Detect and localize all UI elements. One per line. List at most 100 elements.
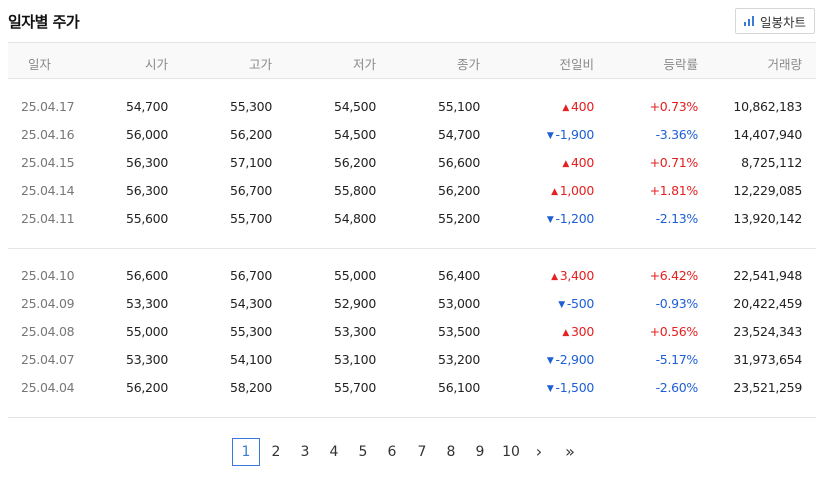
table-row: 25.04.17 54,700 55,300 54,500 55,100 ▲ 400 +0.7… — [8, 93, 816, 121]
triangle-down-icon: ▼ — [546, 356, 554, 366]
cell-low: 52,900 — [334, 296, 376, 311]
triangle-down-icon: ▼ — [558, 300, 565, 310]
cell-high: 57,100 — [230, 155, 272, 170]
cell-low: 55,700 — [334, 380, 376, 395]
page-8-link[interactable]: 8 — [437, 438, 465, 466]
page-9-link[interactable]: 9 — [466, 438, 494, 466]
cell-volume: 10,862,183 — [733, 99, 802, 114]
pagination: 1 2 3 4 5 6 7 8 9 10 › » — [0, 438, 832, 466]
cell-open: 53,300 — [126, 296, 168, 311]
table-row: 25.04.07 53,300 54,100 53,100 53,200 ▼ -2,900-… — [8, 346, 816, 374]
cell-close: 55,200 — [438, 211, 480, 226]
cell-change: ▼ -2,900 — [547, 352, 594, 367]
table-row: 25.04.14 56,300 56,700 55,800 56,200 ▲ 1,000 +1… — [8, 177, 816, 205]
table-row: 25.04.15 56,300 57,100 56,200 56,600 ▲ 400 +0.7… — [8, 149, 816, 177]
page-1-link[interactable]: 1 — [232, 438, 260, 466]
cell-close: 56,600 — [438, 155, 480, 170]
cell-change: ▼ -1,900 — [547, 127, 594, 142]
cell-rate: +0.71% — [649, 155, 699, 170]
triangle-down-icon: ▼ — [546, 131, 554, 141]
change-value: -1,200 — [555, 211, 595, 226]
cell-volume: 13,920,142 — [733, 211, 802, 226]
cell-change: ▼ -1,200 — [547, 211, 594, 226]
col-open: 시가 — [144, 57, 168, 72]
cell-volume: 22,541,948 — [733, 268, 802, 283]
cell-high: 55,300 — [230, 99, 272, 114]
page-7-link[interactable]: 7 — [408, 438, 436, 466]
cell-low: 54,800 — [334, 211, 376, 226]
cell-date: 25.04.11 — [21, 211, 75, 226]
cell-rate: +1.81% — [649, 183, 699, 198]
cell-low: 56,200 — [334, 155, 376, 170]
cell-date: 25.04.08 — [21, 324, 75, 339]
group-divider — [8, 248, 816, 249]
page-title: 일자별 주가 — [8, 13, 80, 31]
cell-low: 54,500 — [334, 127, 376, 142]
daily-chart-button[interactable]: 일봉차트 — [735, 8, 815, 34]
bar-chart-icon — [743, 16, 755, 26]
page-5-link[interactable]: 5 — [349, 438, 377, 466]
cell-change: ▲ 400 — [562, 155, 594, 170]
table-row: 25.04.04 56,200 58,200 55,700 56,100 ▼ -1,500-… — [8, 374, 816, 402]
triangle-up-icon: ▲ — [551, 187, 558, 197]
table-row: 25.04.11 55,600 55,700 54,800 55,200 ▼ -1,200-… — [8, 205, 816, 233]
cell-high: 55,700 — [230, 211, 272, 226]
next-page-icon[interactable]: › — [528, 438, 550, 466]
table-bottom-border — [8, 417, 816, 418]
table-row: 25.04.10 56,600 56,700 55,000 56,400 ▲ 3,400 +6… — [8, 262, 816, 290]
cell-date: 25.04.10 — [21, 268, 75, 283]
table-row: 25.04.08 55,000 55,300 53,300 53,500 ▲ 300 +0.5… — [8, 318, 816, 346]
page-10-link[interactable]: 10 — [496, 438, 526, 466]
daily-price-panel: 일자별 주가 일봉차트 일자 시가 고가 저가 종가 전일비 등락률 거래량 2… — [0, 0, 832, 479]
cell-open: 54,700 — [126, 99, 168, 114]
table-row: 25.04.16 56,000 56,200 54,500 54,700 ▼ -1,900-… — [8, 121, 816, 149]
col-rate: 등락률 — [663, 57, 698, 72]
cell-open: 55,600 — [126, 211, 168, 226]
cell-high: 56,700 — [230, 183, 272, 198]
cell-open: 56,200 — [126, 380, 168, 395]
page-6-link[interactable]: 6 — [378, 438, 406, 466]
cell-change: ▲ 400 — [562, 99, 594, 114]
cell-open: 53,300 — [126, 352, 168, 367]
cell-rate: -3.36% — [655, 127, 699, 142]
cell-open: 55,000 — [126, 324, 168, 339]
cell-rate: -2.13% — [655, 211, 699, 226]
triangle-up-icon: ▲ — [562, 103, 570, 113]
cell-open: 56,300 — [126, 155, 168, 170]
triangle-down-icon: ▼ — [546, 384, 554, 394]
change-value: 400 — [571, 155, 594, 170]
cell-rate: -0.93% — [655, 296, 699, 311]
change-value: 1,000 — [559, 183, 595, 198]
cell-close: 53,200 — [438, 352, 480, 367]
cell-high: 56,700 — [230, 268, 272, 283]
cell-close: 56,400 — [438, 268, 480, 283]
page-3-link[interactable]: 3 — [291, 438, 319, 466]
change-value: -1,900 — [555, 127, 595, 142]
cell-close: 54,700 — [438, 127, 480, 142]
col-low: 저가 — [352, 57, 376, 72]
cell-volume: 31,973,654 — [733, 352, 802, 367]
cell-low: 55,000 — [334, 268, 376, 283]
cell-high: 58,200 — [230, 380, 272, 395]
triangle-up-icon: ▲ — [562, 159, 570, 169]
page-2-link[interactable]: 2 — [262, 438, 290, 466]
cell-low: 53,100 — [334, 352, 376, 367]
col-high: 고가 — [248, 57, 272, 72]
table-header: 일자 시가 고가 저가 종가 전일비 등락률 거래량 — [8, 42, 816, 79]
change-value: 400 — [571, 99, 594, 114]
cell-rate: +0.56% — [649, 324, 699, 339]
change-value: 300 — [571, 324, 594, 339]
cell-low: 53,300 — [334, 324, 376, 339]
cell-close: 53,000 — [438, 296, 480, 311]
cell-volume: 20,422,459 — [733, 296, 802, 311]
cell-open: 56,300 — [126, 183, 168, 198]
last-page-icon[interactable]: » — [558, 438, 582, 466]
cell-close: 53,500 — [438, 324, 480, 339]
col-volume: 거래량 — [767, 57, 802, 72]
cell-low: 54,500 — [334, 99, 376, 114]
cell-date: 25.04.16 — [21, 127, 75, 142]
table-row: 25.04.09 53,300 54,300 52,900 53,000 ▼ -500 -0.… — [8, 290, 816, 318]
page-4-link[interactable]: 4 — [320, 438, 348, 466]
cell-close: 55,100 — [438, 99, 480, 114]
change-value: -1,500 — [555, 380, 595, 395]
